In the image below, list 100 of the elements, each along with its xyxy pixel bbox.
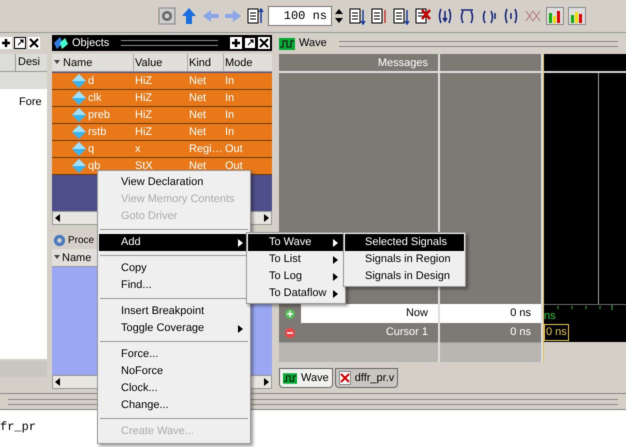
pane-title: Objects: [72, 36, 110, 51]
horizontal-scrollbar[interactable]: [279, 342, 438, 362]
signal-value: x: [134, 142, 142, 157]
horizontal-scrollbar[interactable]: [544, 342, 626, 362]
signal-value: HiZ: [134, 124, 154, 140]
run-length-field[interactable]: 100 ns: [268, 6, 332, 26]
menu-item[interactable]: Clock...: [99, 380, 249, 397]
remove-cursor-icon[interactable]: [285, 328, 295, 338]
signal-kind: Net: [188, 74, 208, 89]
signal-icon: [72, 91, 86, 105]
wave-window-icon: [279, 38, 295, 50]
menu-item[interactable]: NoForce: [99, 363, 249, 380]
menu-item[interactable]: Change...: [99, 397, 249, 414]
signal-mode: In: [224, 74, 234, 89]
signal-name: q: [88, 142, 94, 157]
add-icon[interactable]: [0, 37, 12, 49]
horizontal-scrollbar[interactable]: [440, 342, 541, 362]
objects-icon: [54, 36, 68, 50]
submenu-arrow-icon: [333, 238, 338, 246]
close-icon[interactable]: [258, 37, 270, 49]
signal-name: qb: [88, 158, 100, 174]
up-arrow-icon[interactable]: [180, 7, 198, 25]
menu-item[interactable]: Signals in Region: [345, 251, 464, 268]
bar-chart-icon[interactable]: [546, 7, 564, 25]
cursor-row[interactable]: Now: [279, 304, 438, 323]
signal-mode: In: [224, 124, 234, 140]
add-icon[interactable]: [230, 37, 242, 49]
cursor-time: 0 ns: [440, 304, 541, 323]
run-all-icon[interactable]: [392, 7, 410, 25]
menu-item[interactable]: Find...: [99, 277, 249, 294]
submenu-arrow-icon: [333, 256, 338, 264]
submenu-arrow-icon: [238, 324, 243, 332]
signal-value: HiZ: [134, 108, 154, 123]
menu-item[interactable]: To List: [248, 251, 344, 268]
source-file-icon: [338, 371, 351, 385]
scroll-right-icon[interactable]: [264, 214, 269, 222]
menu-item[interactable]: View Declaration: [99, 174, 249, 191]
run-icon[interactable]: [348, 7, 366, 25]
timeline-label: ns: [544, 311, 557, 322]
scroll-left-icon[interactable]: [55, 378, 60, 386]
restart-icon[interactable]: [158, 7, 176, 25]
menu-item[interactable]: Insert Breakpoint: [99, 303, 249, 320]
submenu-arrow-icon: [333, 272, 338, 280]
tab[interactable]: Wave: [279, 368, 333, 388]
signal-kind: Net: [188, 108, 208, 123]
signal-name: d: [88, 74, 94, 89]
step-icon[interactable]: [436, 7, 454, 25]
signal-icon: [72, 159, 86, 173]
step-back-icon[interactable]: [502, 7, 520, 25]
column-header[interactable]: Name: [62, 54, 134, 71]
menu-item[interactable]: Signals in Design: [345, 268, 464, 285]
transcript-line: fr_pr: [0, 419, 36, 436]
scroll-left-icon[interactable]: [55, 214, 60, 222]
column-header[interactable]: Value: [134, 54, 188, 71]
messages-header: Messages: [279, 54, 438, 73]
close-icon[interactable]: [28, 37, 40, 49]
column-header[interactable]: Kind: [188, 54, 224, 71]
undock-icon[interactable]: [244, 37, 256, 49]
menu-item[interactable]: Add: [99, 234, 249, 251]
list-up-icon[interactable]: [246, 7, 264, 25]
signal-kind: Net: [188, 90, 208, 106]
signal-name: rstb: [88, 124, 106, 140]
add-cursor-icon[interactable]: [285, 308, 295, 318]
signal-kind: Net: [188, 158, 208, 174]
pane-title: Proce: [68, 234, 94, 248]
bar-chart-icon[interactable]: [568, 7, 586, 25]
pane-title: Wave: [299, 36, 327, 52]
cursor-name: Now: [406, 306, 428, 322]
table-cell-text: Fore: [18, 95, 43, 110]
cursor-label: 0 ns: [544, 324, 569, 341]
signal-value: HiZ: [134, 74, 154, 89]
submenu-arrow-icon: [238, 238, 243, 246]
menu-item[interactable]: Force...: [99, 346, 249, 363]
undock-icon[interactable]: [14, 37, 26, 49]
column-header[interactable]: Mode: [224, 54, 272, 71]
tab[interactable]: dffr_pr.v: [334, 368, 398, 388]
signal-value: HiZ: [134, 90, 154, 106]
scroll-right-icon[interactable]: [264, 378, 269, 386]
signal-icon: [72, 108, 86, 122]
menu-item[interactable]: To Dataflow: [248, 285, 344, 302]
menu-item[interactable]: Toggle Coverage: [99, 320, 249, 337]
signal-value: StX: [134, 158, 154, 174]
wave-window-icon: [283, 372, 297, 384]
signal-kind: Net: [188, 124, 208, 140]
step-over-icon[interactable]: [458, 7, 476, 25]
signal-mode: Out: [224, 158, 243, 174]
break-icon[interactable]: [414, 7, 432, 25]
submenu-arrow-icon: [333, 290, 338, 298]
signal-name: clk: [88, 90, 102, 106]
continue-icon[interactable]: [370, 7, 388, 25]
menu-item[interactable]: Selected Signals: [345, 234, 464, 251]
menu-item[interactable]: To Wave: [248, 234, 344, 251]
menu-item[interactable]: Copy: [99, 260, 249, 277]
spinner-icon[interactable]: [334, 8, 344, 24]
column-header[interactable]: Desi: [16, 54, 40, 71]
menu-item[interactable]: To Log: [248, 268, 344, 285]
column-header[interactable]: Name: [62, 249, 92, 266]
signal-mode: In: [224, 90, 234, 106]
signal-icon: [72, 142, 86, 156]
signal-mode: In: [224, 108, 234, 123]
